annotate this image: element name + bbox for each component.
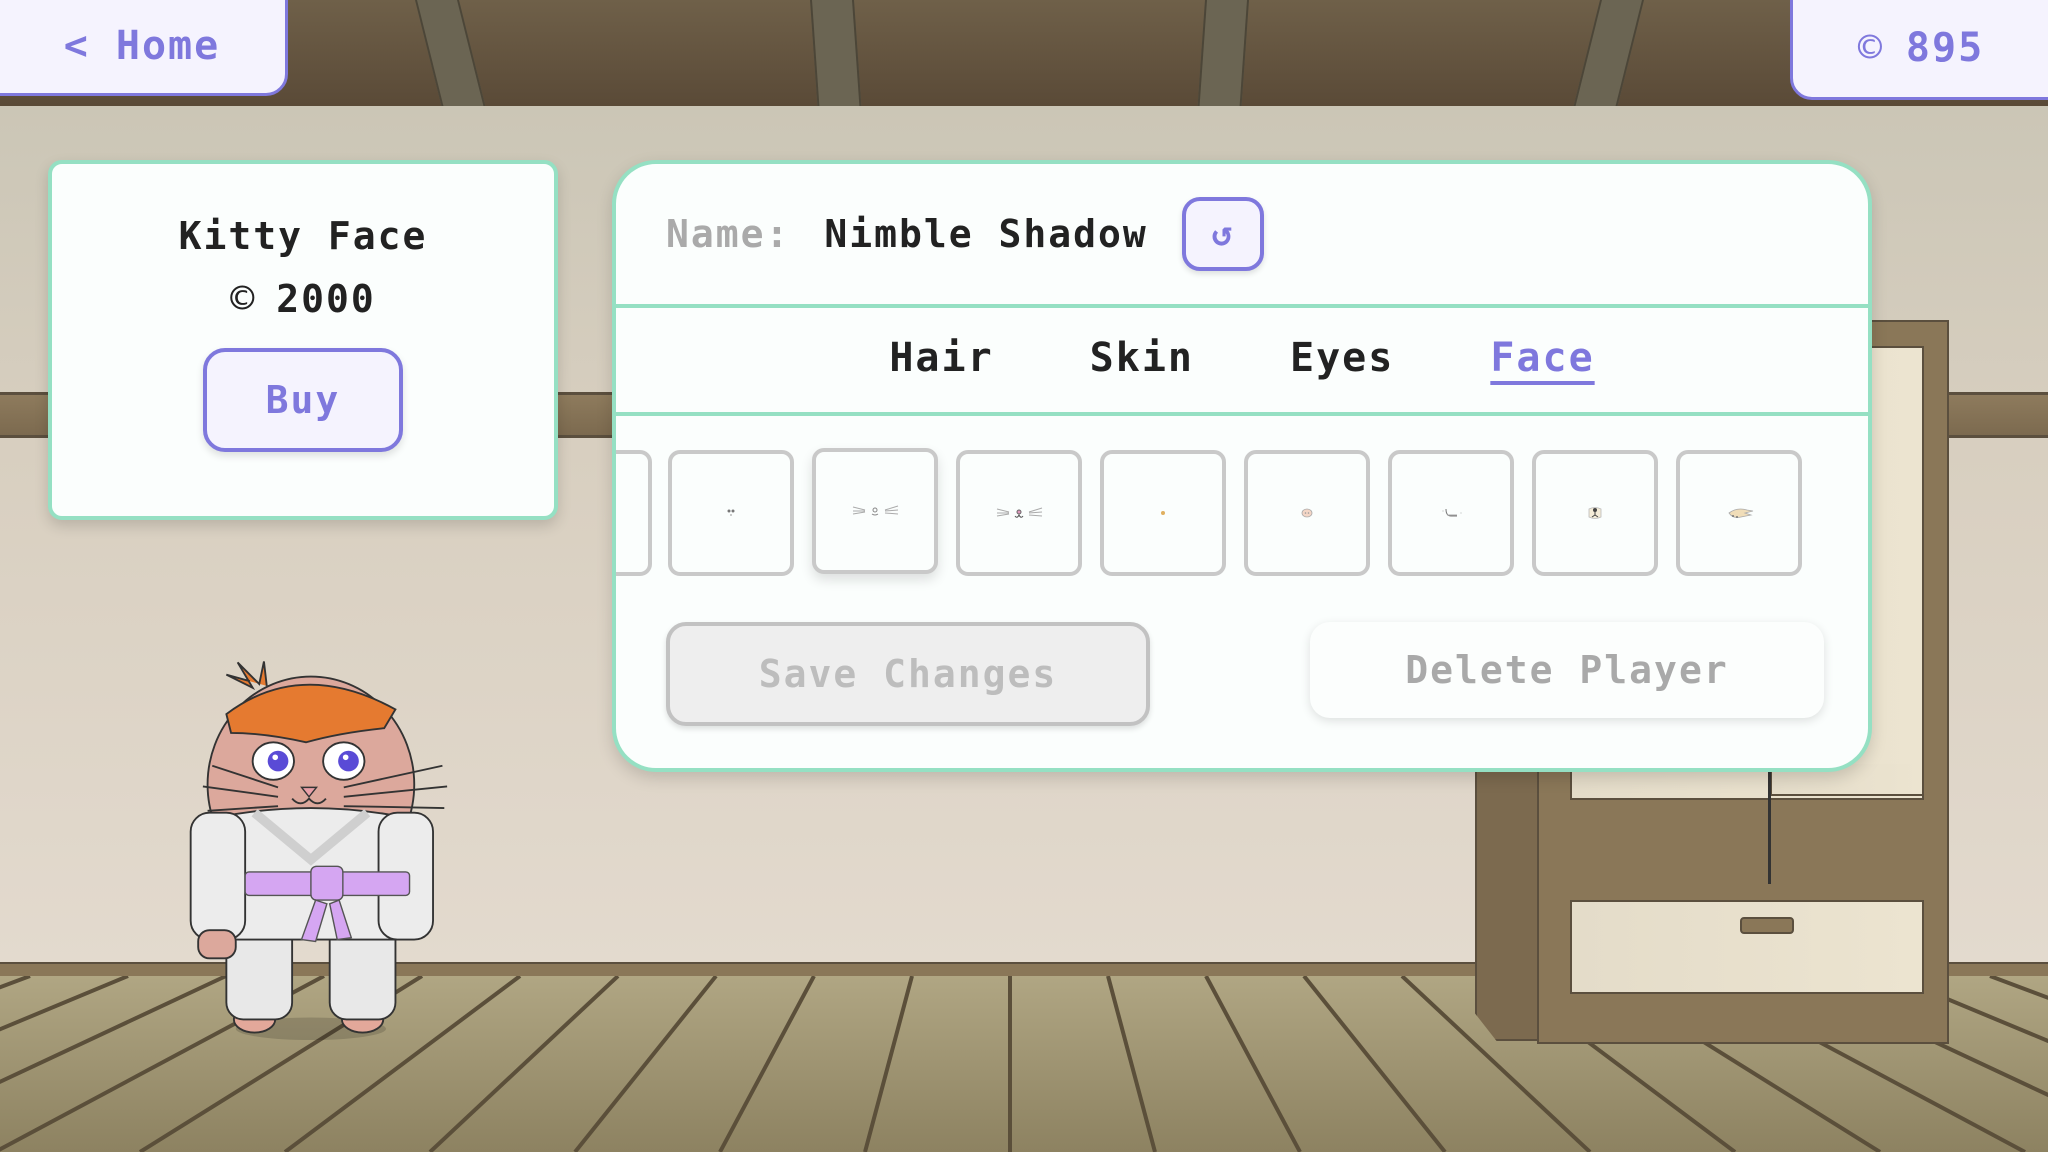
floor-plank-line — [1204, 976, 1302, 1152]
item-purchase-card: Kitty Face © 2000 Buy — [48, 160, 558, 520]
floor-plank-line — [573, 976, 718, 1152]
floor-plank-line — [863, 976, 914, 1152]
delete-player-button[interactable]: Delete Player — [1310, 622, 1824, 718]
home-label: Home — [115, 23, 221, 69]
item-price: © 2000 — [230, 276, 376, 322]
home-button[interactable]: < Home — [0, 0, 288, 96]
mustache-icon — [1442, 508, 1462, 517]
item-name: Kitty Face — [178, 214, 428, 258]
name-row: Name: Nimble Shadow ↺ — [616, 164, 1868, 308]
drawer-handle — [1740, 917, 1794, 934]
floor-plank-line — [0, 976, 129, 1032]
kitty-whiskers-smile-icon — [996, 507, 1043, 518]
character-editor-panel: Name: Nimble Shadow ↺ Hair Skin Eyes Fac… — [612, 160, 1872, 772]
coin-icon: © — [230, 276, 257, 322]
ceiling-beam — [415, 0, 486, 108]
name-label: Name: — [666, 212, 791, 256]
face-item-kitty-whiskers[interactable] — [812, 448, 938, 574]
ceiling-beam — [810, 0, 862, 108]
player-name: Nimble Shadow — [824, 212, 1148, 256]
beard-icon — [1728, 508, 1754, 518]
buy-button[interactable]: Buy — [203, 348, 403, 452]
dot-nose-icon — [1161, 511, 1165, 515]
face-item-dot-nose[interactable] — [1100, 450, 1226, 576]
player-character — [189, 661, 448, 1041]
floor-plank-line — [1106, 976, 1157, 1152]
coin-amount: 895 — [1905, 25, 1985, 71]
face-item-kitty-whiskers-smile[interactable] — [956, 450, 1082, 576]
reroll-name-button[interactable]: ↺ — [1181, 197, 1264, 271]
floor-plank-line — [1302, 976, 1447, 1152]
face-item-dog-nose[interactable] — [1532, 450, 1658, 576]
chevron-left-icon: < — [63, 23, 90, 69]
price-value: 2000 — [276, 277, 376, 321]
refresh-icon: ↺ — [1211, 214, 1235, 254]
ceiling-beam — [1197, 0, 1249, 108]
face-item-pig-snout[interactable] — [1244, 450, 1370, 576]
pig-snout-icon — [1301, 508, 1313, 518]
face-item-partial[interactable] — [616, 450, 652, 576]
floor-plank-line — [0, 976, 31, 990]
face-item-mustache[interactable] — [1388, 450, 1514, 576]
ceiling — [0, 0, 2048, 109]
kitty-whiskers-icon — [852, 505, 899, 516]
tiny-nose-icon — [727, 509, 735, 516]
face-item-tiny-nose[interactable] — [668, 450, 794, 576]
wardrobe-door-seam — [1768, 764, 1771, 884]
ceiling-beam — [1573, 0, 1644, 108]
save-changes-button[interactable]: Save Changes — [666, 622, 1150, 726]
wardrobe-drawer — [1570, 900, 1924, 994]
customization-tabs: Hair Skin Eyes Face — [616, 308, 1868, 416]
tab-face[interactable]: Face — [1490, 335, 1594, 385]
face-items-carousel — [616, 448, 1868, 580]
tab-hair[interactable]: Hair — [889, 335, 993, 385]
tab-skin[interactable]: Skin — [1090, 335, 1194, 385]
floor-plank-line — [718, 976, 816, 1152]
tab-eyes[interactable]: Eyes — [1290, 335, 1394, 385]
face-item-beard[interactable] — [1676, 450, 1802, 576]
dog-nose-icon — [1588, 507, 1602, 519]
coin-balance: © 895 — [1790, 0, 2048, 100]
coin-icon: © — [1857, 25, 1884, 71]
